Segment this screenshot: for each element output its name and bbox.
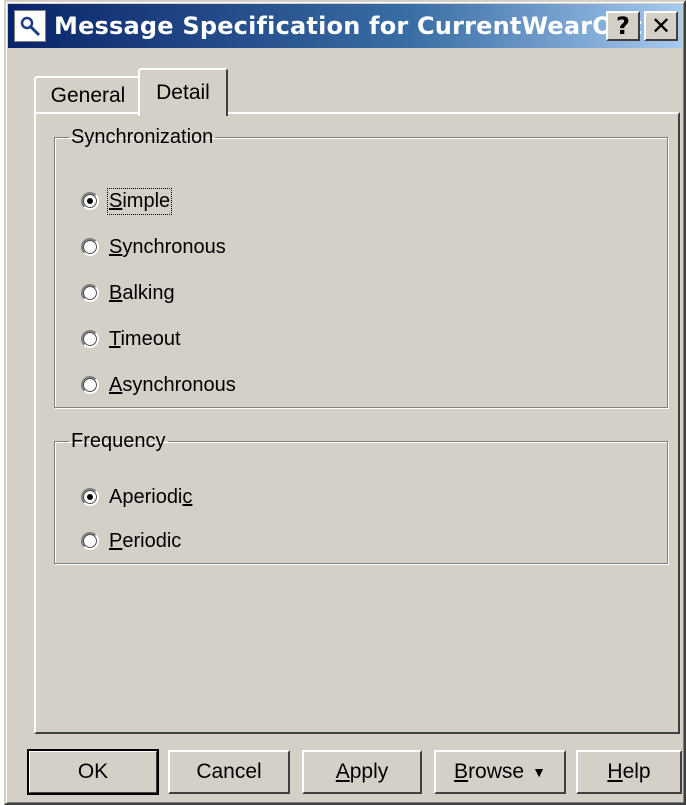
ok-button[interactable]: OK bbox=[27, 749, 159, 795]
apply-button[interactable]: Apply bbox=[302, 750, 422, 794]
radio-aperiodic[interactable]: Aperiodic bbox=[81, 483, 192, 511]
synchronization-group: Synchronization Simple Synchronous Balki… bbox=[54, 126, 668, 408]
radio-asynchronous[interactable]: Asynchronous bbox=[81, 371, 236, 399]
cancel-label: Cancel bbox=[196, 760, 262, 783]
radio-button[interactable] bbox=[81, 376, 99, 394]
apply-label: Apply bbox=[335, 760, 389, 783]
close-icon: ✕ bbox=[650, 12, 672, 40]
radio-aperiodic-label: Aperiodic bbox=[109, 485, 193, 508]
radio-balking[interactable]: Balking bbox=[81, 279, 175, 307]
detail-tab-panel: Synchronization Simple Synchronous Balki… bbox=[34, 112, 680, 734]
radio-synchronous[interactable]: Synchronous bbox=[81, 233, 226, 261]
search-icon bbox=[14, 10, 46, 42]
tab-detail-label: Detail bbox=[156, 81, 210, 104]
radio-simple[interactable]: Simple bbox=[81, 187, 173, 215]
browse-label: Browse bbox=[454, 760, 525, 783]
tab-general[interactable]: General bbox=[34, 76, 142, 114]
radio-button[interactable] bbox=[81, 284, 99, 302]
help-title-button[interactable]: ? bbox=[606, 11, 640, 41]
synchronization-label: Synchronization bbox=[71, 126, 214, 148]
radio-periodic[interactable]: Periodic bbox=[81, 527, 181, 555]
radio-synchronous-label: Synchronous bbox=[109, 235, 226, 258]
help-button[interactable]: Help bbox=[576, 750, 682, 794]
browse-button[interactable]: Browse ▼ bbox=[434, 750, 566, 794]
radio-periodic-label: Periodic bbox=[109, 529, 182, 552]
radio-asynchronous-label: Asynchronous bbox=[109, 373, 236, 396]
tab-detail[interactable]: Detail bbox=[138, 68, 228, 116]
window-title: Message Specification for CurrentWearOut… bbox=[54, 12, 665, 40]
title-bar[interactable]: Message Specification for CurrentWearOut… bbox=[8, 4, 682, 48]
radio-button-checked[interactable] bbox=[81, 488, 99, 506]
radio-button[interactable] bbox=[81, 532, 99, 550]
close-button[interactable]: ✕ bbox=[644, 11, 678, 41]
ok-label: OK bbox=[77, 760, 109, 783]
radio-balking-label: Balking bbox=[109, 281, 175, 304]
radio-timeout[interactable]: Timeout bbox=[81, 325, 181, 353]
cancel-button[interactable]: Cancel bbox=[168, 750, 290, 794]
tab-general-label: General bbox=[50, 84, 126, 107]
radio-button[interactable] bbox=[81, 238, 99, 256]
radio-button[interactable] bbox=[81, 330, 99, 348]
caret-down-icon: ▼ bbox=[532, 764, 546, 780]
frequency-label: Frequency bbox=[71, 430, 166, 452]
frequency-group: Frequency Aperiodic Periodic bbox=[54, 430, 668, 564]
dialog-window: Message Specification for CurrentWearOut… bbox=[4, 0, 686, 805]
help-label: Help bbox=[607, 760, 651, 783]
question-icon: ? bbox=[616, 12, 630, 40]
radio-timeout-label: Timeout bbox=[109, 327, 181, 350]
radio-simple-label: Simple bbox=[106, 187, 173, 215]
radio-button-checked[interactable] bbox=[81, 192, 99, 210]
